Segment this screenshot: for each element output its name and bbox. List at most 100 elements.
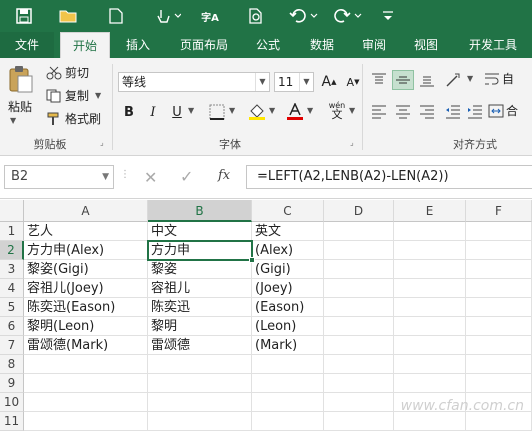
column-header-a[interactable]: A bbox=[24, 200, 148, 222]
phonetic-dropdown-icon[interactable]: ▼ bbox=[349, 106, 355, 115]
font-launcher-icon[interactable]: ⌟ bbox=[350, 138, 354, 147]
font-color-dropdown-icon[interactable]: ▼ bbox=[307, 106, 313, 115]
orientation-dropdown-icon[interactable]: ▼ bbox=[467, 74, 473, 83]
tab-insert[interactable]: 插入 bbox=[114, 32, 162, 58]
paste-button[interactable]: 粘贴 bbox=[8, 98, 32, 115]
enter-icon[interactable]: ✓ bbox=[180, 167, 193, 186]
row-header[interactable]: 11 bbox=[0, 412, 24, 431]
cell-f8[interactable] bbox=[466, 355, 532, 374]
cell-e2[interactable] bbox=[394, 241, 466, 260]
tab-review[interactable]: 审阅 bbox=[352, 32, 396, 58]
row-header[interactable]: 10 bbox=[0, 393, 24, 412]
cell-a9[interactable] bbox=[24, 374, 148, 393]
underline-button[interactable]: U bbox=[166, 102, 188, 122]
cell-f6[interactable] bbox=[466, 317, 532, 336]
tab-file[interactable]: 文件 bbox=[0, 32, 54, 58]
new-icon[interactable] bbox=[104, 4, 128, 28]
cell-c10[interactable] bbox=[252, 393, 324, 412]
undo-icon[interactable] bbox=[286, 4, 322, 28]
cell-a2[interactable]: 方力申(Alex) bbox=[24, 241, 148, 260]
row-header[interactable]: 6 bbox=[0, 317, 24, 336]
format-painter-button[interactable]: 格式刷 bbox=[46, 110, 101, 127]
cancel-icon[interactable]: ✕ bbox=[144, 168, 157, 187]
select-all-corner[interactable] bbox=[0, 200, 24, 222]
cell-a5[interactable]: 陈奕迅(Eason) bbox=[24, 298, 148, 317]
cell-e11[interactable] bbox=[394, 412, 466, 431]
cell-f1[interactable] bbox=[466, 222, 532, 241]
cut-button[interactable]: 剪切 bbox=[46, 64, 89, 81]
increase-indent-button[interactable] bbox=[464, 102, 486, 122]
paste-dropdown-icon[interactable]: ▼ bbox=[10, 116, 16, 125]
cell-d8[interactable] bbox=[324, 355, 394, 374]
save-icon[interactable] bbox=[12, 4, 36, 28]
chevron-down-icon[interactable]: ▼ bbox=[102, 166, 109, 188]
align-right-button[interactable] bbox=[416, 102, 438, 122]
column-header-c[interactable]: C bbox=[252, 200, 324, 222]
cell-e9[interactable] bbox=[394, 374, 466, 393]
row-header[interactable]: 1 bbox=[0, 222, 24, 241]
formula-input[interactable]: =LEFT(A2,LENB(A2)-LEN(A2)) bbox=[246, 165, 532, 189]
cell-e1[interactable] bbox=[394, 222, 466, 241]
cell-c7[interactable]: (Mark) bbox=[252, 336, 324, 355]
wrap-text-button[interactable]: 自 bbox=[484, 70, 514, 87]
cell-f11[interactable] bbox=[466, 412, 532, 431]
cell-a8[interactable] bbox=[24, 355, 148, 374]
cell-c11[interactable] bbox=[252, 412, 324, 431]
phonetic-button[interactable]: wén 文 bbox=[326, 100, 348, 120]
row-header[interactable]: 2 bbox=[0, 241, 24, 260]
orientation-button[interactable] bbox=[444, 70, 466, 90]
spell-check-icon[interactable]: 字A bbox=[198, 4, 222, 28]
row-header[interactable]: 9 bbox=[0, 374, 24, 393]
fill-color-button[interactable] bbox=[246, 102, 268, 122]
font-name-combo[interactable]: 等线 ▼ bbox=[118, 72, 270, 92]
drag-handle-icon[interactable]: ⋮ bbox=[120, 169, 130, 180]
insert-function-button[interactable]: fx bbox=[218, 168, 230, 183]
cell-e4[interactable] bbox=[394, 279, 466, 298]
cell-d10[interactable] bbox=[324, 393, 394, 412]
cell-b4[interactable]: 容祖儿 bbox=[148, 279, 252, 298]
paste-icon[interactable] bbox=[6, 64, 36, 94]
cell-a7[interactable]: 雷颂德(Mark) bbox=[24, 336, 148, 355]
cell-d5[interactable] bbox=[324, 298, 394, 317]
redo-icon[interactable] bbox=[330, 4, 366, 28]
column-header-e[interactable]: E bbox=[394, 200, 466, 222]
cell-c8[interactable] bbox=[252, 355, 324, 374]
tab-data[interactable]: 数据 bbox=[300, 32, 344, 58]
copy-button[interactable]: 复制 ▼ bbox=[46, 87, 101, 104]
cell-b8[interactable] bbox=[148, 355, 252, 374]
copy-dropdown-icon[interactable]: ▼ bbox=[95, 91, 101, 100]
font-size-combo[interactable]: 11 ▼ bbox=[274, 72, 314, 92]
cell-b3[interactable]: 黎姿 bbox=[148, 260, 252, 279]
align-left-button[interactable] bbox=[368, 102, 390, 122]
cell-c3[interactable]: (Gigi) bbox=[252, 260, 324, 279]
align-top-button[interactable] bbox=[368, 70, 390, 90]
decrease-indent-button[interactable] bbox=[442, 102, 464, 122]
print-preview-icon[interactable] bbox=[244, 4, 268, 28]
align-middle-button[interactable] bbox=[392, 70, 414, 90]
tab-developer[interactable]: 开发工具 bbox=[458, 32, 528, 58]
row-header[interactable]: 3 bbox=[0, 260, 24, 279]
cell-b10[interactable] bbox=[148, 393, 252, 412]
shrink-font-button[interactable]: A ▼ bbox=[342, 72, 364, 92]
row-header[interactable]: 4 bbox=[0, 279, 24, 298]
font-color-button[interactable] bbox=[284, 102, 306, 122]
tab-view[interactable]: 视图 bbox=[404, 32, 448, 58]
cell-f3[interactable] bbox=[466, 260, 532, 279]
row-header[interactable]: 5 bbox=[0, 298, 24, 317]
column-header-b[interactable]: B bbox=[148, 200, 252, 222]
align-center-button[interactable] bbox=[392, 102, 414, 122]
cell-a3[interactable]: 黎姿(Gigi) bbox=[24, 260, 148, 279]
cell-f2[interactable] bbox=[466, 241, 532, 260]
row-header[interactable]: 8 bbox=[0, 355, 24, 374]
merge-center-button[interactable]: 合 bbox=[488, 102, 518, 119]
row-header[interactable]: 7 bbox=[0, 336, 24, 355]
cell-a4[interactable]: 容祖儿(Joey) bbox=[24, 279, 148, 298]
cell-d2[interactable] bbox=[324, 241, 394, 260]
cell-e5[interactable] bbox=[394, 298, 466, 317]
clipboard-launcher-icon[interactable]: ⌟ bbox=[100, 138, 104, 147]
cell-a1[interactable]: 艺人 bbox=[24, 222, 148, 241]
bold-button[interactable]: B bbox=[118, 102, 140, 122]
cell-c9[interactable] bbox=[252, 374, 324, 393]
cell-a11[interactable] bbox=[24, 412, 148, 431]
name-box[interactable]: B2 ▼ bbox=[4, 165, 114, 189]
